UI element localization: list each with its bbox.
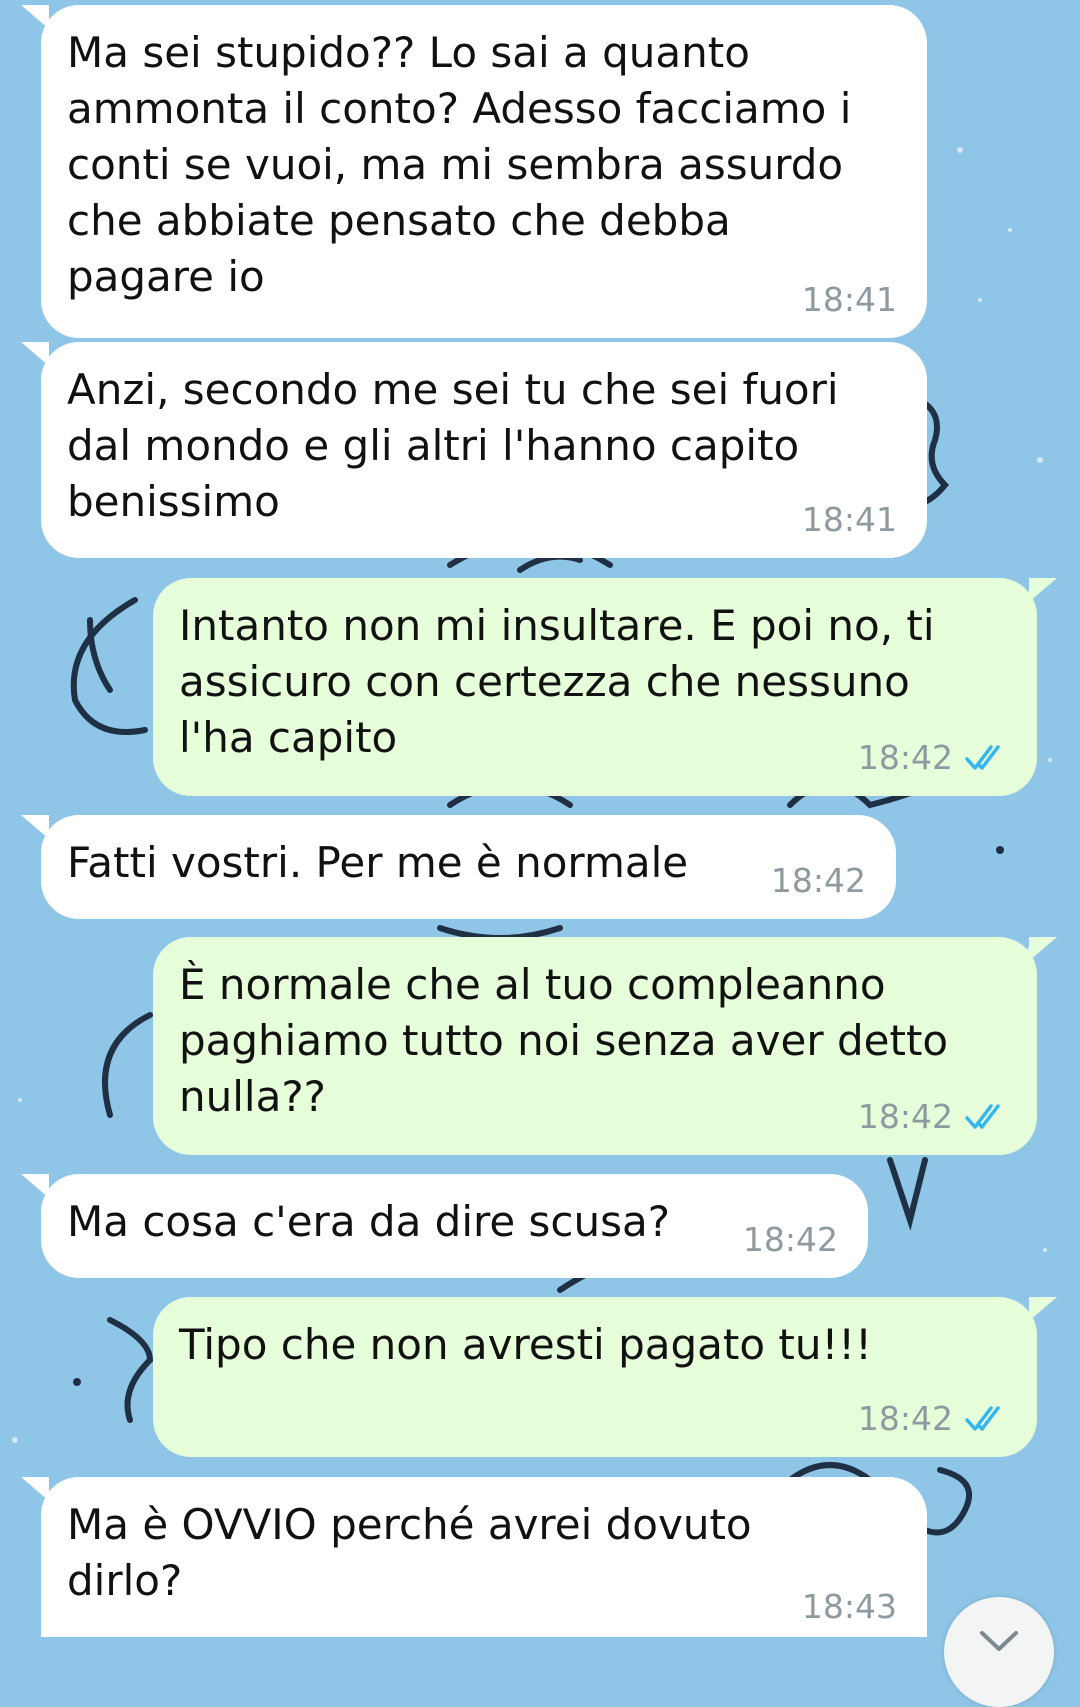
chevron-down-icon	[980, 1631, 1018, 1651]
message-bubble-outgoing[interactable]: È normale che al tuo compleanno paghiamo…	[153, 937, 1057, 1155]
message-meta: 18:42	[858, 1099, 1007, 1135]
message-text: Tipo che non avresti pagato tu!!!	[179, 1320, 872, 1369]
message-meta: 18:42	[743, 1222, 838, 1258]
message-text: Anzi, secondo me sei tu che sei fuori da…	[67, 365, 839, 526]
message-meta: 18:42	[858, 740, 1007, 776]
message-meta: 18:41	[802, 502, 897, 538]
message-text: Ma cosa c'era da dire scusa?	[67, 1197, 671, 1246]
message-bubble-incoming[interactable]: Ma cosa c'era da dire scusa? 18:42	[21, 1174, 868, 1278]
message-time: 18:41	[801, 280, 897, 319]
message-time: 18:42	[857, 1399, 953, 1438]
message-time: 18:42	[742, 1220, 838, 1259]
message-time: 18:42	[857, 738, 953, 777]
message-bubble-incoming[interactable]: Ma sei stupido?? Lo sai a quanto ammonta…	[21, 5, 927, 338]
message-time: 18:41	[801, 500, 897, 539]
message-text: Fatti vostri. Per me è normale	[67, 838, 689, 887]
message-bubble-outgoing[interactable]: Intanto non mi insultare. E poi no, ti a…	[153, 578, 1057, 796]
scroll-to-bottom-button[interactable]	[944, 1597, 1054, 1707]
message-bubble-incoming[interactable]: Ma è OVVIO perché avrei dovuto dirlo? 18…	[21, 1477, 927, 1637]
message-time: 18:43	[801, 1587, 897, 1626]
message-text: Ma è OVVIO perché avrei dovuto dirlo?	[67, 1500, 752, 1605]
double-check-icon	[965, 745, 1000, 770]
message-bubble-outgoing[interactable]: Tipo che non avresti pagato tu!!! 18:42	[153, 1297, 1057, 1457]
message-meta: 18:41	[802, 282, 897, 318]
double-check-icon	[965, 1406, 1000, 1431]
message-time: 18:42	[857, 1097, 953, 1136]
double-check-icon	[965, 1104, 1000, 1129]
message-time: 18:42	[770, 861, 866, 900]
message-meta: 18:42	[858, 1401, 1007, 1437]
message-meta: 18:42	[771, 863, 866, 899]
message-meta: 18:43	[802, 1589, 897, 1625]
message-bubble-incoming[interactable]: Fatti vostri. Per me è normale 18:42	[21, 815, 896, 919]
message-bubble-incoming[interactable]: Anzi, secondo me sei tu che sei fuori da…	[21, 342, 927, 558]
message-text: Ma sei stupido?? Lo sai a quanto ammonta…	[67, 28, 852, 301]
